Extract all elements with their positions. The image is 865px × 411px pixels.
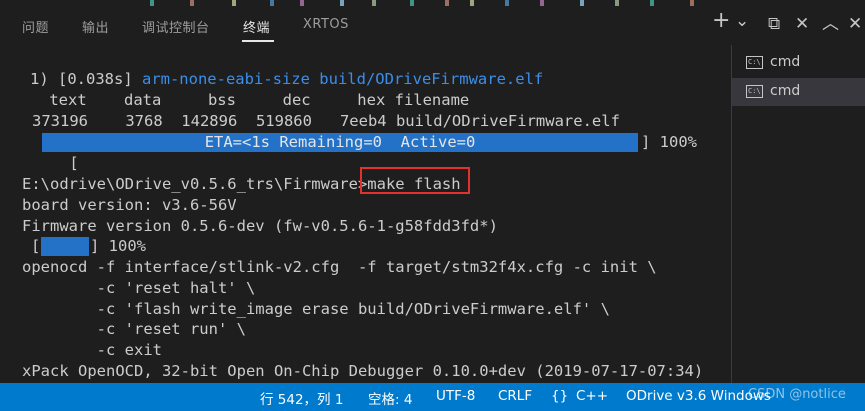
- tab-output[interactable]: 输出: [82, 17, 109, 36]
- terminal-list-label: cmd: [770, 83, 801, 99]
- code-fragment: [580, 0, 584, 6]
- code-fragment: [690, 0, 694, 6]
- indentation[interactable]: 空格: 4: [368, 388, 412, 408]
- terminal-icon: C:\: [746, 85, 763, 98]
- code-fragment: [232, 0, 236, 6]
- terminal-line: Firmware version 0.5.6-dev (fw-v0.5.6-1-…: [22, 217, 498, 235]
- terminal-line: -c exit: [22, 341, 162, 359]
- terminal-list-item[interactable]: C:\ cmd: [732, 78, 865, 106]
- code-fragment: [300, 0, 304, 6]
- progress-bar: ETA=<1s Remaining=0 Active=0: [42, 133, 638, 152]
- watermark: CSDN @notlice: [748, 387, 846, 402]
- terminal-line: 373196 3768 142896 519860 7eeb4 build/OD…: [32, 112, 620, 130]
- code-fragment: [505, 0, 509, 6]
- terminal-command: arm-none-eabi-size build/ODriveFirmware.…: [141, 70, 544, 88]
- close-panel-icon[interactable]: ✕: [848, 14, 862, 34]
- terminal-line: board version: v3.6-56V: [22, 196, 237, 214]
- code-fragment: [270, 0, 274, 6]
- code-fragment: [470, 0, 474, 6]
- code-fragment: [340, 0, 344, 6]
- split-terminal-icon[interactable]: ⧉: [768, 14, 780, 34]
- terminal-line: -c 'reset run' \: [22, 320, 246, 338]
- code-fragment: [150, 0, 154, 6]
- new-terminal-icon[interactable]: +: [712, 10, 730, 32]
- tab-debug-console[interactable]: 调试控制台: [142, 17, 210, 36]
- terminal-icon: C:\: [746, 56, 763, 69]
- code-fragment: [540, 0, 544, 6]
- language-mode[interactable]: C++: [576, 388, 608, 404]
- code-fragment: [445, 0, 449, 6]
- status-bar: 行 542，列 1 空格: 4 UTF-8 CRLF {} C++ ODrive…: [0, 383, 865, 411]
- terminal-line: -c 'flash write_image erase build/ODrive…: [22, 300, 610, 318]
- code-fragment: [372, 0, 376, 6]
- bracket: [: [69, 154, 79, 172]
- terminal-prompt: E:\odrive\ODrive_v0.5.6_trs\Firmware>: [22, 175, 368, 193]
- terminal-list: C:\ cmd C:\ cmd: [731, 45, 865, 383]
- code-fragment: [410, 0, 414, 6]
- terminal-list-label: cmd: [770, 54, 801, 70]
- terminal-line: text data bss dec hex filename: [40, 91, 470, 109]
- maximize-panel-icon[interactable]: ︿: [822, 14, 839, 34]
- code-fragment: [190, 0, 194, 6]
- terminal-line: 1) [0.038s] arm-none-eabi-size build/ODr…: [30, 69, 543, 90]
- annotation-box: [360, 167, 470, 194]
- tab-terminal[interactable]: 终端: [243, 17, 270, 36]
- terminal-output[interactable]: 1) [0.038s] arm-none-eabi-size build/ODr…: [0, 55, 730, 383]
- terminal-line: -c 'reset halt' \: [22, 279, 256, 297]
- cursor-position[interactable]: 行 542，列 1: [260, 388, 343, 408]
- editor-overflow-strip: [0, 0, 865, 6]
- progress-percent: ] 100%: [90, 237, 146, 255]
- terminal-text: 1) [0.038s]: [30, 70, 142, 88]
- encoding[interactable]: UTF-8: [436, 388, 475, 404]
- terminal-line: openocd -f interface/stlink-v2.cfg -f ta…: [22, 258, 657, 276]
- terminal-line: xPack OpenOCD, 32-bit Open On-Chip Debug…: [22, 362, 704, 380]
- code-fragment: [615, 0, 619, 6]
- braces-icon: {}: [551, 388, 569, 404]
- terminal-line: [: [31, 237, 41, 255]
- progress-percent: ] 100%: [641, 133, 697, 151]
- end-of-line[interactable]: CRLF: [498, 388, 532, 404]
- chevron-down-icon[interactable]: ⌄: [735, 11, 749, 31]
- code-fragment: [650, 0, 654, 6]
- progress-bar: [41, 237, 89, 256]
- tab-problems[interactable]: 问题: [22, 17, 49, 36]
- tab-xrtos[interactable]: XRTOS: [303, 17, 349, 32]
- terminal-list-item[interactable]: C:\ cmd: [732, 49, 865, 77]
- active-tab-indicator: [242, 40, 274, 42]
- close-icon[interactable]: ✕: [795, 14, 809, 34]
